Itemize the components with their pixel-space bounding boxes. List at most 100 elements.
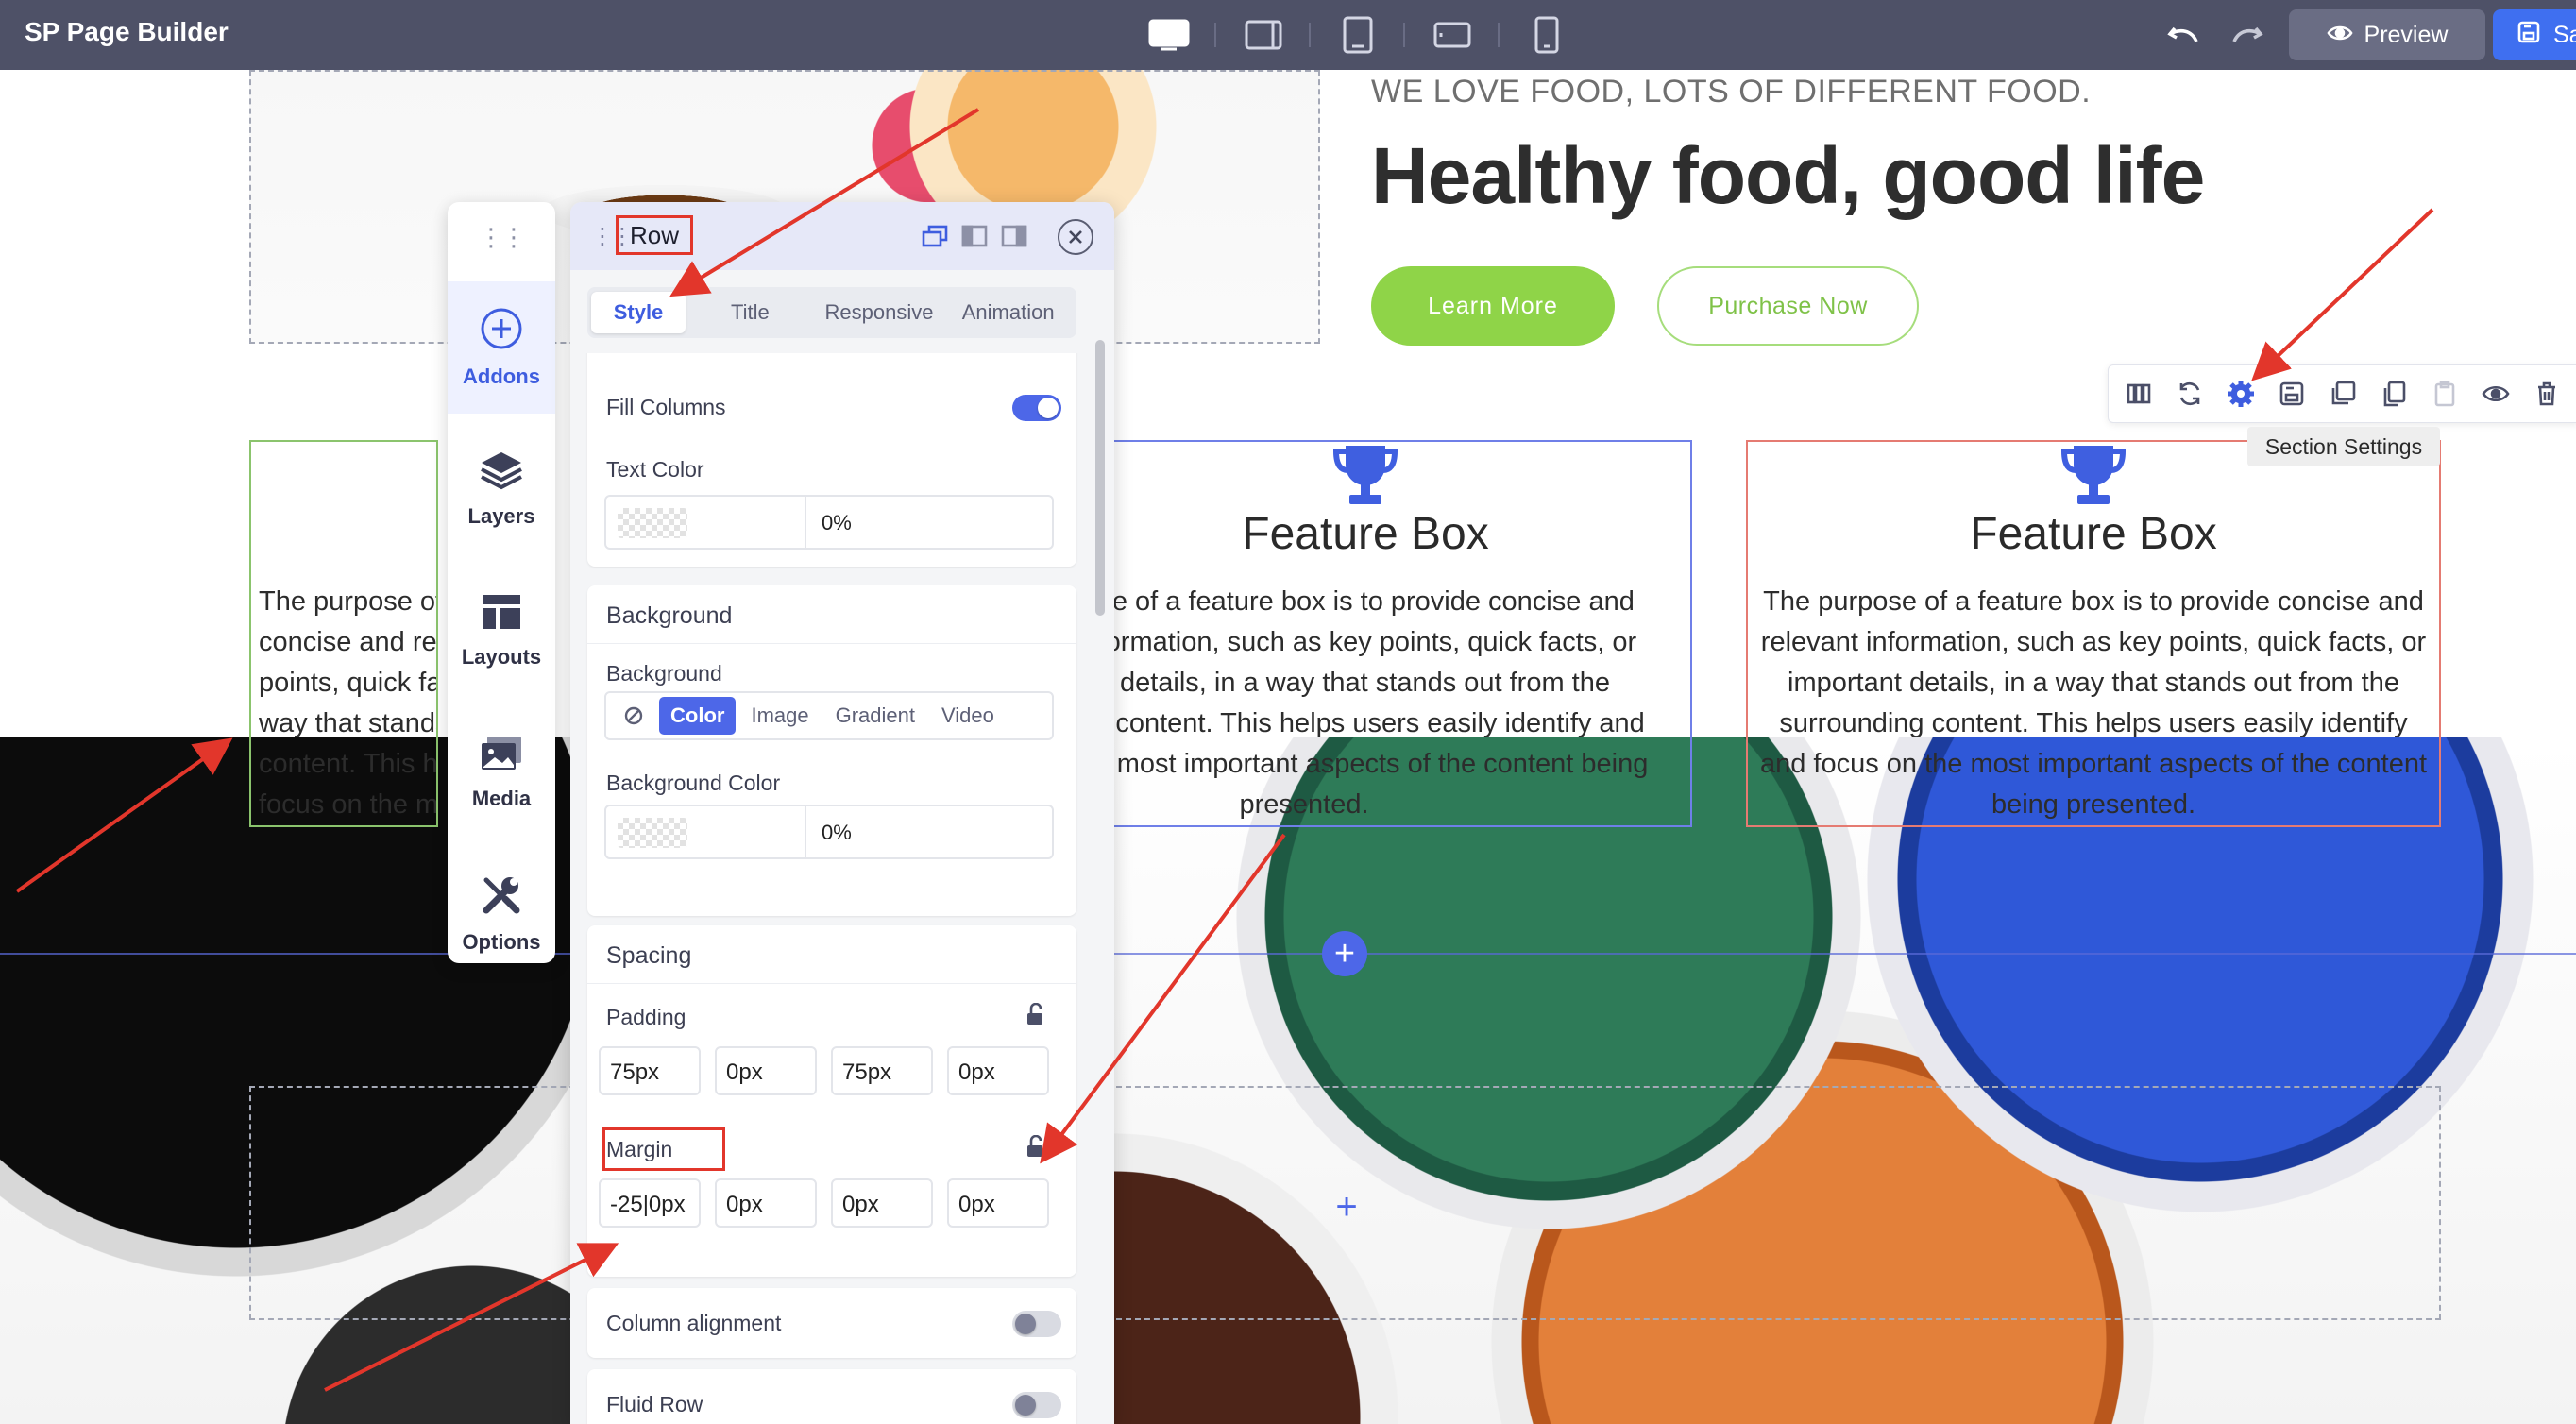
device-separator — [1309, 23, 1311, 47]
background-tab-gradient[interactable]: Gradient — [824, 697, 926, 735]
fluid-row-card: Fluid Row — [587, 1369, 1076, 1424]
copy-icon[interactable] — [2377, 377, 2411, 411]
background-none-icon[interactable] — [612, 697, 655, 735]
background-card-header[interactable]: Background — [587, 585, 1076, 644]
padding-left-input[interactable]: 0px — [947, 1046, 1049, 1095]
background-tab-color[interactable]: Color — [659, 697, 737, 735]
spacing-card-header[interactable]: Spacing — [587, 925, 1076, 984]
refresh-icon[interactable] — [2173, 377, 2207, 411]
margin-highlight-box — [602, 1127, 725, 1171]
sidebar-item-layers[interactable]: Layers — [448, 423, 555, 555]
text-color-opacity: 0% — [822, 511, 852, 534]
eye-icon[interactable] — [2479, 377, 2513, 411]
column-alignment-label: Column alignment — [606, 1311, 782, 1335]
padding-label: Padding — [606, 1005, 686, 1029]
close-icon[interactable] — [1058, 219, 1093, 255]
paste-icon[interactable] — [2428, 377, 2462, 411]
panel-scroll-area[interactable]: Fill Columns Text Color 0% Background Ba… — [570, 353, 1114, 1424]
unlock-icon[interactable] — [1024, 1002, 1046, 1026]
margin-right-input[interactable]: 0px — [715, 1178, 817, 1228]
background-tab-image[interactable]: Image — [739, 697, 820, 735]
tablet-landscape-icon[interactable] — [1243, 15, 1284, 55]
feature-box-left[interactable]: The purpose of a feature box is to provi… — [249, 440, 438, 827]
panel-scrollbar[interactable] — [1095, 340, 1105, 616]
feature-box-right[interactable]: Feature Box The purpose of a feature box… — [1746, 440, 2441, 827]
save-button[interactable]: Sa — [2493, 9, 2576, 60]
background-color-label: Background Color — [606, 771, 781, 795]
eye-icon — [2326, 22, 2353, 49]
spice-bowls-background — [0, 737, 2576, 1424]
sidebar-item-options[interactable]: Options — [448, 848, 555, 980]
padding-top-input[interactable]: 75px — [599, 1046, 701, 1095]
fluid-row-toggle[interactable] — [1012, 1392, 1061, 1418]
sidebar-item-addons[interactable]: Addons — [448, 281, 555, 414]
drag-handle-icon[interactable]: ⋮⋮ — [448, 223, 555, 252]
panel-dock-left-icon[interactable] — [961, 225, 988, 247]
margin-top-input[interactable]: -25|0px — [599, 1178, 701, 1228]
spacing-section-title: Spacing — [606, 942, 692, 969]
page-canvas: WE LOVE FOOD, LOTS OF DIFFERENT FOOD. He… — [0, 70, 2576, 1424]
device-separator — [1214, 23, 1216, 47]
device-separator — [1403, 23, 1405, 47]
fill-columns-toggle[interactable] — [1012, 395, 1061, 421]
layers-icon — [480, 450, 523, 495]
panel-tabs: Style Title Responsive Animation — [587, 287, 1076, 338]
preview-label: Preview — [2364, 21, 2449, 48]
trophy-icon — [2060, 442, 2127, 510]
fill-columns-label: Fill Columns — [606, 395, 726, 419]
mobile-landscape-icon[interactable] — [1432, 15, 1473, 55]
redo-icon[interactable] — [2227, 17, 2268, 55]
spacing-card: Spacing Padding 75px 0px 75px 0px Margin… — [587, 925, 1076, 1277]
save-icon — [2517, 21, 2540, 50]
preview-button[interactable]: Preview — [2289, 9, 2485, 60]
undo-icon[interactable] — [2162, 17, 2204, 55]
unlock-icon[interactable] — [1024, 1134, 1046, 1158]
tab-title[interactable]: Title — [686, 292, 815, 333]
panel-header: ⋮⋮ Row — [570, 202, 1114, 270]
background-label: Background — [606, 661, 722, 686]
add-addon-plus-icon[interactable]: + — [1330, 1186, 1364, 1228]
feature-box-center[interactable]: Feature Box The purpose of a feature box… — [1039, 440, 1692, 827]
device-separator — [1498, 23, 1500, 47]
padding-bottom-input[interactable]: 75px — [831, 1046, 933, 1095]
desktop-icon[interactable] — [1148, 15, 1190, 55]
tab-animation[interactable]: Animation — [943, 292, 1073, 333]
tab-responsive[interactable]: Responsive — [815, 292, 944, 333]
trash-icon[interactable] — [2530, 377, 2564, 411]
purchase-now-button[interactable]: Purchase Now — [1657, 266, 1919, 346]
sidebar-item-label: Layouts — [461, 644, 542, 669]
feature-box-description: The purpose of a feature box is to provi… — [1759, 586, 2428, 820]
mobile-portrait-icon[interactable] — [1526, 15, 1568, 55]
duplicate-icon[interactable] — [2326, 377, 2360, 411]
gear-icon[interactable] — [2224, 377, 2258, 411]
background-color-swatch[interactable] — [618, 818, 687, 848]
column-alignment-card: Column alignment — [587, 1288, 1076, 1358]
learn-more-button[interactable]: Learn More — [1371, 266, 1615, 346]
background-tab-video[interactable]: Video — [930, 697, 1006, 735]
margin-left-input[interactable]: 0px — [947, 1178, 1049, 1228]
padding-right-input[interactable]: 0px — [715, 1046, 817, 1095]
background-color-picker[interactable]: 0% — [604, 805, 1054, 859]
section-toolbar — [2108, 364, 2576, 423]
feature-box-title: Feature Box — [1242, 509, 1489, 559]
margin-bottom-input[interactable]: 0px — [831, 1178, 933, 1228]
tab-style[interactable]: Style — [591, 292, 686, 333]
hero-title: Healthy food, good life — [1371, 131, 2205, 220]
text-color-label: Text Color — [606, 457, 704, 482]
background-section-title: Background — [606, 602, 733, 629]
sidebar-item-layouts[interactable]: Layouts — [448, 565, 555, 697]
tablet-portrait-icon[interactable] — [1337, 15, 1379, 55]
add-section-button[interactable]: + — [1322, 931, 1367, 976]
panel-title: Row — [616, 215, 693, 255]
column-alignment-toggle[interactable] — [1012, 1311, 1061, 1337]
panel-dock-right-icon[interactable] — [1001, 225, 1027, 247]
panel-float-icon[interactable] — [922, 225, 948, 247]
feature-box-description: The purpose of a feature box is to provi… — [259, 586, 438, 820]
plus-circle-icon — [480, 307, 523, 355]
save-icon[interactable] — [2275, 377, 2309, 411]
columns-icon[interactable] — [2122, 377, 2156, 411]
builder-sidebar: ⋮⋮ Addons Layers Layouts Media Options — [448, 202, 555, 963]
text-color-swatch[interactable] — [618, 508, 687, 538]
text-color-picker[interactable]: 0% — [604, 495, 1054, 550]
sidebar-item-media[interactable]: Media — [448, 706, 555, 839]
